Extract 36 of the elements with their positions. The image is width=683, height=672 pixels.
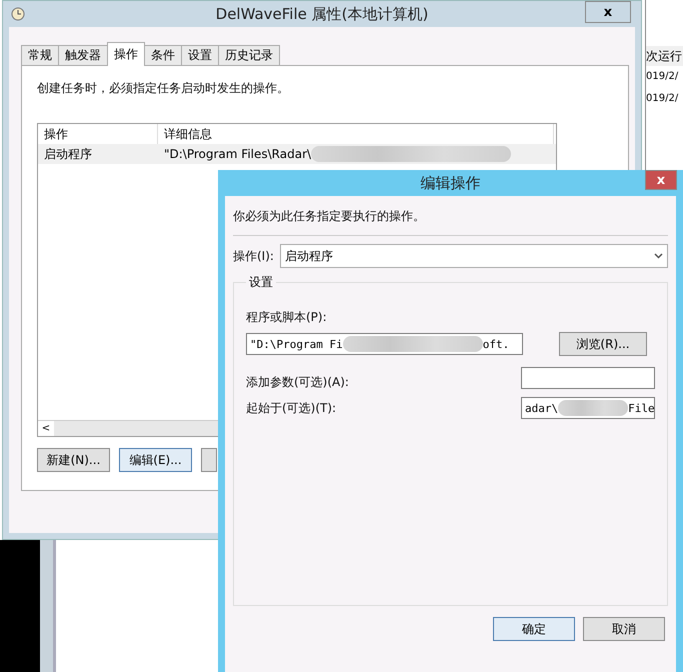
chevron-down-icon: [654, 253, 663, 259]
tab[interactable]: 触发器: [58, 45, 108, 66]
table-cell-text: 019/2/: [646, 70, 680, 84]
start-in-field[interactable]: adar\ File: [521, 397, 655, 419]
tab[interactable]: 设置: [181, 45, 219, 66]
action-button[interactable]: 新建(N)...: [37, 448, 110, 472]
start-in-label: 起始于(可选)(T):: [246, 400, 336, 416]
dialog-button[interactable]: 取消: [583, 617, 665, 641]
program-label: 程序或脚本(P):: [246, 309, 328, 326]
close-button[interactable]: x: [585, 1, 631, 23]
close-button[interactable]: x: [645, 170, 677, 190]
tab[interactable]: 条件: [144, 45, 182, 66]
action-button[interactable]: 编辑(E)...: [119, 448, 192, 472]
action-dropdown[interactable]: 启动程序: [280, 244, 668, 268]
group-title: 设置: [248, 274, 274, 291]
program-field[interactable]: "D:\Program Fi oft.: [246, 333, 523, 355]
window-title: DelWaveFile 属性(本地计算机): [216, 4, 428, 24]
scrollbar[interactable]: <: [38, 420, 220, 436]
description-text: 你必须为此任务指定要执行的操作。: [233, 208, 426, 225]
arguments-label: 添加参数(可选)(A):: [246, 374, 349, 391]
table-cell-text: 019/2/: [646, 92, 680, 106]
table-cell[interactable]: 启动程序: [38, 146, 158, 162]
description-text: 创建任务时，必须指定任务启动时发生的操作。: [37, 80, 290, 97]
clock-icon: [11, 7, 25, 21]
tab[interactable]: 操作: [107, 42, 145, 66]
scroll-left-button[interactable]: <: [38, 421, 54, 436]
action-label: 操作(I):: [233, 248, 274, 264]
tab[interactable]: 常规: [21, 45, 59, 66]
column-header[interactable]: 次运行: [646, 46, 683, 66]
dialog-button[interactable]: 确定: [493, 617, 575, 641]
table-cell[interactable]: "D:\Program Files\Radar\: [158, 147, 312, 161]
dialog-title: 编辑操作: [420, 174, 480, 192]
action-button[interactable]: [201, 448, 217, 472]
arguments-field[interactable]: [521, 366, 655, 388]
browse-button[interactable]: 浏览(R)...: [559, 332, 647, 356]
tab[interactable]: 历史记录: [218, 45, 280, 66]
